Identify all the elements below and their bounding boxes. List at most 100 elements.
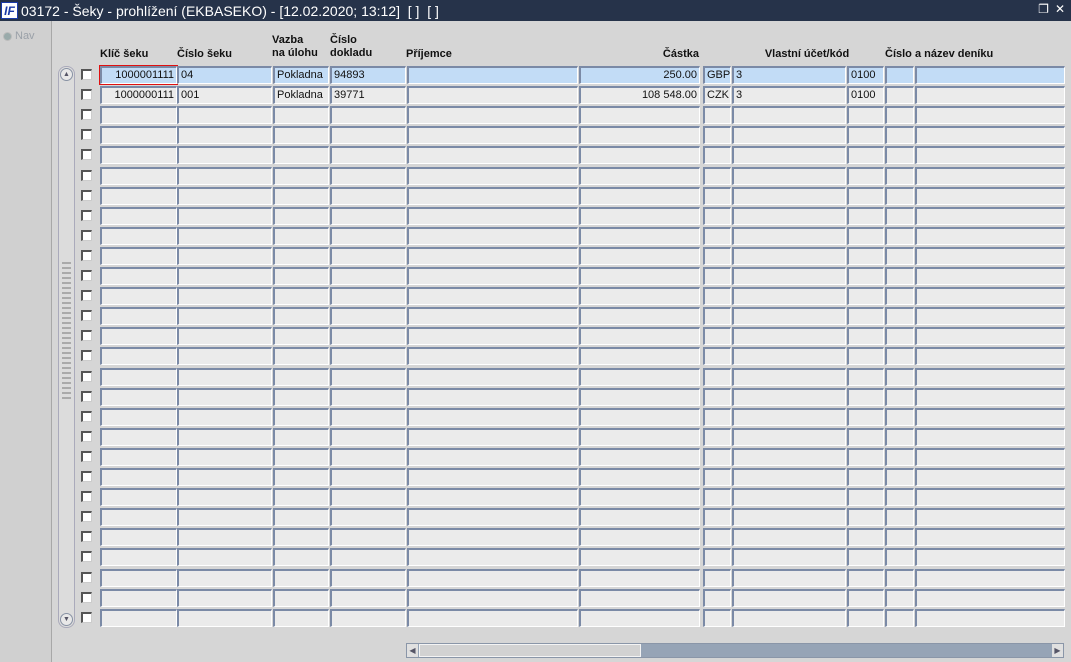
- cell-denik-nazev[interactable]: [915, 608, 1065, 627]
- cell-denik-nazev[interactable]: [915, 287, 1065, 306]
- cell-doklad[interactable]: 39771: [330, 86, 406, 105]
- cell-kod[interactable]: [847, 287, 884, 306]
- cell-denik-nazev[interactable]: [915, 86, 1065, 105]
- cell-kod[interactable]: [847, 508, 884, 527]
- cell-ucet[interactable]: [732, 307, 846, 326]
- vertical-scrollbar[interactable]: ▲ ▼: [58, 66, 75, 628]
- cell-castka[interactable]: [579, 367, 700, 386]
- cell-doklad[interactable]: [330, 126, 406, 145]
- cell-denik-cislo[interactable]: [885, 568, 914, 587]
- horizontal-scroll-thumb[interactable]: [419, 644, 641, 657]
- cell-cislo[interactable]: 04: [177, 66, 272, 84]
- cell-ucet[interactable]: [732, 106, 846, 125]
- cell-kod[interactable]: [847, 468, 884, 486]
- cell-klic[interactable]: [100, 427, 177, 446]
- cell-doklad[interactable]: [330, 186, 406, 205]
- cell-cislo[interactable]: [177, 427, 272, 446]
- cell-prijemce[interactable]: [407, 106, 578, 125]
- cell-mena[interactable]: [703, 427, 731, 446]
- cell-doklad[interactable]: [330, 387, 406, 406]
- cell-klic[interactable]: [100, 447, 177, 466]
- cell-denik-cislo[interactable]: [885, 347, 914, 366]
- cell-denik-nazev[interactable]: [915, 468, 1065, 486]
- cell-ucet[interactable]: [732, 427, 846, 446]
- cell-denik-cislo[interactable]: [885, 447, 914, 466]
- cell-doklad[interactable]: [330, 166, 406, 185]
- row-checkbox[interactable]: [81, 169, 92, 181]
- cell-kod[interactable]: [847, 407, 884, 426]
- cell-cislo[interactable]: [177, 146, 272, 165]
- row-checkbox[interactable]: [81, 491, 92, 503]
- cell-castka[interactable]: [579, 608, 700, 627]
- cell-kod[interactable]: [847, 548, 884, 567]
- cell-prijemce[interactable]: [407, 166, 578, 185]
- cell-denik-cislo[interactable]: [885, 407, 914, 426]
- cell-castka[interactable]: [579, 287, 700, 306]
- cell-klic[interactable]: [100, 468, 177, 486]
- cell-mena[interactable]: [703, 146, 731, 165]
- cell-prijemce[interactable]: [407, 327, 578, 346]
- cell-cislo[interactable]: 001: [177, 86, 272, 105]
- row-checkbox[interactable]: [81, 350, 92, 362]
- cell-cislo[interactable]: [177, 508, 272, 527]
- cell-denik-nazev[interactable]: [915, 447, 1065, 466]
- row-checkbox[interactable]: [81, 390, 92, 402]
- cell-denik-cislo[interactable]: [885, 126, 914, 145]
- cell-denik-cislo[interactable]: [885, 468, 914, 486]
- cell-cislo[interactable]: [177, 447, 272, 466]
- cell-doklad[interactable]: [330, 347, 406, 366]
- cell-vazba[interactable]: [273, 568, 329, 587]
- cell-kod[interactable]: [847, 347, 884, 366]
- cell-cislo[interactable]: [177, 166, 272, 185]
- cell-kod[interactable]: 0100: [847, 86, 884, 105]
- cell-mena[interactable]: [703, 367, 731, 386]
- cell-kod[interactable]: [847, 588, 884, 607]
- cell-doklad[interactable]: [330, 307, 406, 326]
- cell-klic[interactable]: 1000001111: [99, 65, 178, 85]
- cell-doklad[interactable]: [330, 327, 406, 346]
- cell-ucet[interactable]: [732, 246, 846, 265]
- cell-castka[interactable]: [579, 387, 700, 406]
- cell-vazba[interactable]: [273, 166, 329, 185]
- cell-cislo[interactable]: [177, 226, 272, 245]
- cell-vazba[interactable]: [273, 206, 329, 225]
- cell-kod[interactable]: [847, 528, 884, 547]
- cell-cislo[interactable]: [177, 588, 272, 607]
- cell-denik-cislo[interactable]: [885, 508, 914, 527]
- cell-denik-nazev[interactable]: [915, 106, 1065, 125]
- cell-ucet[interactable]: [732, 387, 846, 406]
- cell-ucet[interactable]: [732, 588, 846, 607]
- cell-mena[interactable]: [703, 508, 731, 527]
- cell-denik-nazev[interactable]: [915, 166, 1065, 185]
- cell-klic[interactable]: [100, 407, 177, 426]
- cell-cislo[interactable]: [177, 468, 272, 486]
- cell-klic[interactable]: [100, 488, 177, 507]
- cell-vazba[interactable]: [273, 267, 329, 285]
- cell-vazba[interactable]: [273, 447, 329, 466]
- cell-denik-nazev[interactable]: [915, 66, 1065, 84]
- cell-vazba[interactable]: [273, 608, 329, 627]
- cell-doklad[interactable]: [330, 146, 406, 165]
- cell-castka[interactable]: [579, 226, 700, 245]
- cell-castka[interactable]: [579, 106, 700, 125]
- cell-klic[interactable]: [100, 206, 177, 225]
- cell-castka[interactable]: [579, 548, 700, 567]
- cell-denik-nazev[interactable]: [915, 427, 1065, 446]
- cell-klic[interactable]: [100, 508, 177, 527]
- cell-mena[interactable]: [703, 387, 731, 406]
- cell-mena[interactable]: [703, 246, 731, 265]
- cell-doklad[interactable]: [330, 528, 406, 547]
- cell-cislo[interactable]: [177, 568, 272, 587]
- row-checkbox[interactable]: [81, 370, 92, 382]
- row-checkbox[interactable]: [81, 330, 92, 342]
- cell-castka[interactable]: [579, 246, 700, 265]
- cell-mena[interactable]: [703, 206, 731, 225]
- cell-klic[interactable]: [100, 327, 177, 346]
- cell-ucet[interactable]: [732, 166, 846, 185]
- cell-denik-cislo[interactable]: [885, 246, 914, 265]
- cell-kod[interactable]: [847, 267, 884, 285]
- cell-mena[interactable]: [703, 588, 731, 607]
- row-checkbox[interactable]: [81, 450, 92, 462]
- cell-denik-nazev[interactable]: [915, 186, 1065, 205]
- cell-denik-nazev[interactable]: [915, 327, 1065, 346]
